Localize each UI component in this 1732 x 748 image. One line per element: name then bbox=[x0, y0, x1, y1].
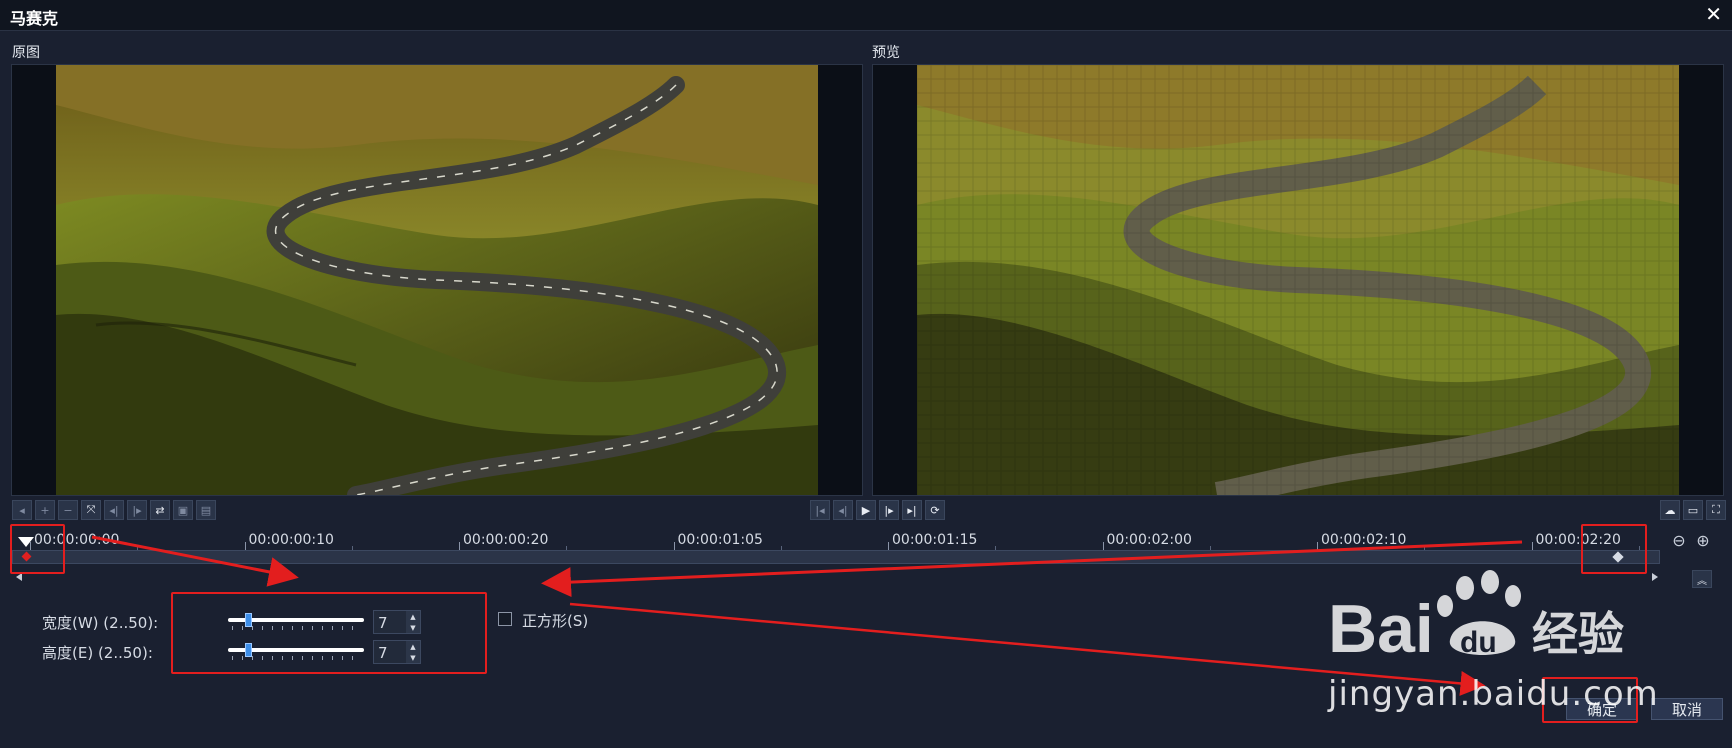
watermark-url: jingyan.baidu.com bbox=[1328, 674, 1659, 714]
jingyan-logo-text: 经验 bbox=[1532, 607, 1624, 661]
svg-text:du: du bbox=[1460, 626, 1497, 659]
arrow-start-to-params bbox=[91, 535, 299, 587]
baidu-logo-text: Bai bbox=[1328, 591, 1434, 667]
paw-icon: du bbox=[1437, 570, 1521, 659]
